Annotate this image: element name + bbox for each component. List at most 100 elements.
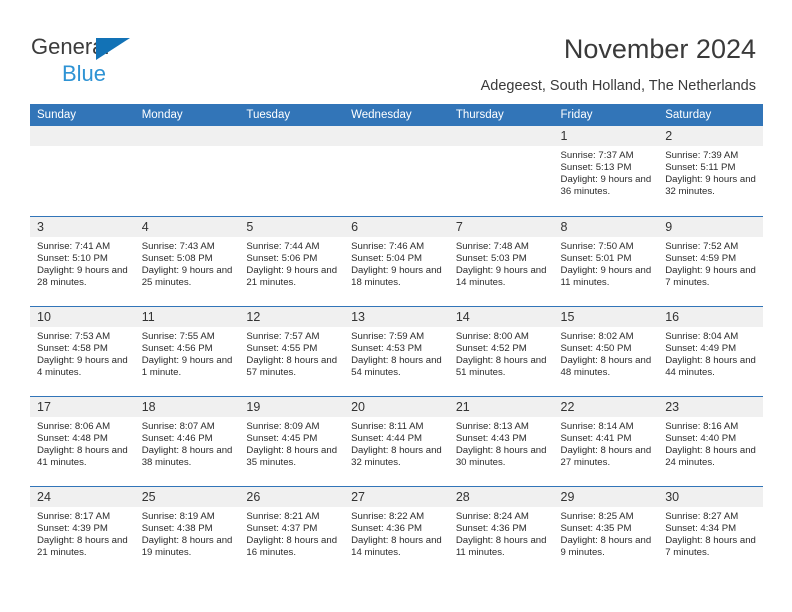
calendar-day-cell[interactable]: 14 Sunrise: 8:00 AM Sunset: 4:52 PM Dayligh…	[448, 305, 554, 396]
sunset-text: Sunset: 5:03 PM	[455, 252, 527, 264]
calendar-day-cell[interactable]: 18 Sunrise: 8:07 AM Sunset: 4:46 PM Dayligh…	[134, 395, 240, 486]
day-cell-19[interactable]: 19 Sunrise: 8:09 AM Sunset: 4:45 PM Dayligh…	[239, 396, 345, 486]
calendar-day-cell[interactable]: 24 Sunrise: 8:17 AM Sunset: 4:39 PM Dayligh…	[30, 485, 135, 576]
day-cell-18[interactable]: 18 Sunrise: 8:07 AM Sunset: 4:46 PM Dayligh…	[134, 396, 240, 486]
calendar-day-cell[interactable]: 4 Sunrise: 7:43 AM Sunset: 5:08 PM Daylight…	[134, 215, 240, 306]
day-number: 7	[448, 216, 554, 237]
calendar-day-cell[interactable]: 6 Sunrise: 7:46 AM Sunset: 5:04 PM Daylight…	[344, 215, 449, 306]
weekday-header-sunday: Sunday	[30, 104, 135, 126]
day-cell-8[interactable]: 8 Sunrise: 7:50 AM Sunset: 5:01 PM Daylight…	[553, 216, 659, 306]
day-sun-info: Sunrise: 8:13 AM Sunset: 4:43 PM Daylight:…	[449, 417, 554, 469]
calendar-day-cell[interactable]	[30, 126, 135, 216]
calendar-day-cell[interactable]: 11 Sunrise: 7:55 AM Sunset: 4:56 PM Dayligh…	[134, 305, 240, 396]
sunset-text: Sunset: 4:43 PM	[455, 432, 527, 444]
day-cell-16[interactable]: 16 Sunrise: 8:04 AM Sunset: 4:49 PM Dayligh…	[658, 306, 763, 396]
calendar-day-cell[interactable]	[448, 126, 554, 216]
day-cell-24[interactable]: 24 Sunrise: 8:17 AM Sunset: 4:39 PM Dayligh…	[30, 486, 135, 576]
daylight-text: Daylight: 8 hours and 48 minutes.	[560, 354, 652, 378]
day-cell-21[interactable]: 21 Sunrise: 8:13 AM Sunset: 4:43 PM Dayligh…	[448, 396, 554, 486]
calendar-day-cell[interactable]: 1 Sunrise: 7:37 AM Sunset: 5:13 PM Daylight…	[553, 126, 659, 216]
calendar-day-cell[interactable]: 15 Sunrise: 8:02 AM Sunset: 4:50 PM Dayligh…	[553, 305, 659, 396]
day-sun-info: Sunrise: 7:48 AM Sunset: 5:03 PM Daylight:…	[449, 237, 554, 289]
sunset-text: Sunset: 4:53 PM	[351, 342, 423, 354]
day-number: 6	[344, 216, 449, 237]
calendar-day-cell[interactable]: 20 Sunrise: 8:11 AM Sunset: 4:44 PM Dayligh…	[344, 395, 449, 486]
day-number: 5	[239, 216, 345, 237]
calendar-day-cell[interactable]: 28 Sunrise: 8:24 AM Sunset: 4:36 PM Dayligh…	[448, 485, 554, 576]
calendar-day-cell[interactable]: 30 Sunrise: 8:27 AM Sunset: 4:34 PM Dayligh…	[658, 485, 763, 576]
day-number	[134, 126, 240, 146]
day-number: 9	[658, 216, 763, 237]
calendar-day-cell[interactable]	[344, 126, 449, 216]
calendar-day-cell[interactable]	[134, 126, 240, 216]
daylight-text: Daylight: 8 hours and 38 minutes.	[141, 444, 233, 468]
sunset-text: Sunset: 4:46 PM	[141, 432, 213, 444]
day-number: 13	[344, 306, 449, 327]
day-cell-11[interactable]: 11 Sunrise: 7:55 AM Sunset: 4:56 PM Dayligh…	[134, 306, 240, 396]
daylight-text: Daylight: 8 hours and 9 minutes.	[560, 534, 652, 558]
day-cell-25[interactable]: 25 Sunrise: 8:19 AM Sunset: 4:38 PM Dayligh…	[134, 486, 240, 576]
calendar-day-cell[interactable]: 16 Sunrise: 8:04 AM Sunset: 4:49 PM Dayligh…	[658, 305, 763, 396]
day-cell-3[interactable]: 3 Sunrise: 7:41 AM Sunset: 5:10 PM Daylight…	[30, 216, 135, 306]
day-cell-28[interactable]: 28 Sunrise: 8:24 AM Sunset: 4:36 PM Dayligh…	[448, 486, 554, 576]
day-cell-10[interactable]: 10 Sunrise: 7:53 AM Sunset: 4:58 PM Dayligh…	[30, 306, 135, 396]
day-cell-9[interactable]: 9 Sunrise: 7:52 AM Sunset: 4:59 PM Daylight…	[658, 216, 763, 306]
day-cell-2[interactable]: 2 Sunrise: 7:39 AM Sunset: 5:11 PM Daylight…	[658, 126, 763, 215]
day-cell-27[interactable]: 27 Sunrise: 8:22 AM Sunset: 4:36 PM Dayligh…	[344, 486, 449, 576]
day-cell-17[interactable]: 17 Sunrise: 8:06 AM Sunset: 4:48 PM Dayligh…	[30, 396, 135, 486]
sunrise-text: Sunrise: 8:07 AM	[141, 420, 215, 432]
day-cell-6[interactable]: 6 Sunrise: 7:46 AM Sunset: 5:04 PM Daylight…	[344, 216, 449, 306]
day-cell-22[interactable]: 22 Sunrise: 8:14 AM Sunset: 4:41 PM Dayligh…	[553, 396, 659, 486]
calendar-day-cell[interactable]: 8 Sunrise: 7:50 AM Sunset: 5:01 PM Daylight…	[553, 215, 659, 306]
sunrise-text: Sunrise: 8:13 AM	[455, 420, 529, 432]
day-sun-info: Sunrise: 7:46 AM Sunset: 5:04 PM Daylight:…	[344, 237, 449, 289]
calendar-day-cell[interactable]: 29 Sunrise: 8:25 AM Sunset: 4:35 PM Dayligh…	[553, 485, 659, 576]
calendar-day-cell[interactable]: 27 Sunrise: 8:22 AM Sunset: 4:36 PM Dayligh…	[344, 485, 449, 576]
day-cell-26[interactable]: 26 Sunrise: 8:21 AM Sunset: 4:37 PM Dayligh…	[239, 486, 345, 576]
day-cell-29[interactable]: 29 Sunrise: 8:25 AM Sunset: 4:35 PM Dayligh…	[553, 486, 659, 576]
calendar-day-cell[interactable]: 22 Sunrise: 8:14 AM Sunset: 4:41 PM Dayligh…	[553, 395, 659, 486]
calendar-day-cell[interactable]: 5 Sunrise: 7:44 AM Sunset: 5:06 PM Daylight…	[239, 215, 345, 306]
daylight-text: Daylight: 9 hours and 11 minutes.	[560, 264, 652, 288]
calendar-day-cell[interactable]: 19 Sunrise: 8:09 AM Sunset: 4:45 PM Dayligh…	[239, 395, 345, 486]
day-cell-4[interactable]: 4 Sunrise: 7:43 AM Sunset: 5:08 PM Daylight…	[134, 216, 240, 306]
sunset-text: Sunset: 4:56 PM	[141, 342, 213, 354]
day-cell-13[interactable]: 13 Sunrise: 7:59 AM Sunset: 4:53 PM Dayligh…	[344, 306, 449, 396]
day-cell-12[interactable]: 12 Sunrise: 7:57 AM Sunset: 4:55 PM Dayligh…	[239, 306, 345, 396]
day-cell-20[interactable]: 20 Sunrise: 8:11 AM Sunset: 4:44 PM Dayligh…	[344, 396, 449, 486]
day-number: 30	[658, 486, 763, 507]
day-number: 10	[30, 306, 135, 327]
calendar-day-cell[interactable]: 9 Sunrise: 7:52 AM Sunset: 4:59 PM Daylight…	[658, 215, 763, 306]
calendar-day-cell[interactable]: 2 Sunrise: 7:39 AM Sunset: 5:11 PM Daylight…	[658, 126, 763, 216]
day-cell-23[interactable]: 23 Sunrise: 8:16 AM Sunset: 4:40 PM Dayligh…	[658, 396, 763, 486]
day-sun-info: Sunrise: 8:04 AM Sunset: 4:49 PM Daylight:…	[658, 327, 763, 379]
day-number: 16	[658, 306, 763, 327]
calendar-day-cell[interactable]: 7 Sunrise: 7:48 AM Sunset: 5:03 PM Daylight…	[448, 215, 554, 306]
calendar-day-cell[interactable]: 17 Sunrise: 8:06 AM Sunset: 4:48 PM Dayligh…	[30, 395, 135, 486]
day-cell-1[interactable]: 1 Sunrise: 7:37 AM Sunset: 5:13 PM Daylight…	[553, 126, 659, 215]
day-number: 14	[448, 306, 554, 327]
calendar-day-cell[interactable]: 26 Sunrise: 8:21 AM Sunset: 4:37 PM Dayligh…	[239, 485, 345, 576]
calendar-day-cell[interactable]: 13 Sunrise: 7:59 AM Sunset: 4:53 PM Dayligh…	[344, 305, 449, 396]
daylight-text: Daylight: 9 hours and 28 minutes.	[37, 264, 128, 288]
sunrise-text: Sunrise: 7:59 AM	[351, 330, 425, 342]
calendar-day-cell[interactable]: 25 Sunrise: 8:19 AM Sunset: 4:38 PM Dayligh…	[134, 485, 240, 576]
sunrise-text: Sunrise: 7:55 AM	[141, 330, 215, 342]
day-cell-14[interactable]: 14 Sunrise: 8:00 AM Sunset: 4:52 PM Dayligh…	[448, 306, 554, 396]
calendar-day-cell[interactable]: 12 Sunrise: 7:57 AM Sunset: 4:55 PM Dayligh…	[239, 305, 345, 396]
page-header: General Blue November 2024 Adegeest, Sou…	[0, 0, 792, 104]
daylight-text: Daylight: 8 hours and 16 minutes.	[246, 534, 338, 558]
calendar-day-cell[interactable]: 3 Sunrise: 7:41 AM Sunset: 5:10 PM Daylight…	[30, 215, 135, 306]
calendar-day-cell[interactable]: 23 Sunrise: 8:16 AM Sunset: 4:40 PM Dayligh…	[658, 395, 763, 486]
day-cell-5[interactable]: 5 Sunrise: 7:44 AM Sunset: 5:06 PM Daylight…	[239, 216, 345, 306]
day-cell-30[interactable]: 30 Sunrise: 8:27 AM Sunset: 4:34 PM Dayligh…	[658, 486, 763, 576]
calendar-day-cell[interactable]: 21 Sunrise: 8:13 AM Sunset: 4:43 PM Dayligh…	[448, 395, 554, 486]
calendar-day-cell[interactable]	[239, 126, 345, 216]
sunset-text: Sunset: 4:34 PM	[665, 522, 737, 534]
calendar-day-cell[interactable]: 10 Sunrise: 7:53 AM Sunset: 4:58 PM Dayligh…	[30, 305, 135, 396]
sunset-text: Sunset: 4:52 PM	[455, 342, 527, 354]
day-number: 21	[448, 396, 554, 417]
day-cell-15[interactable]: 15 Sunrise: 8:02 AM Sunset: 4:50 PM Dayligh…	[553, 306, 659, 396]
day-cell-7[interactable]: 7 Sunrise: 7:48 AM Sunset: 5:03 PM Daylight…	[448, 216, 554, 306]
sunset-text: Sunset: 5:06 PM	[246, 252, 318, 264]
